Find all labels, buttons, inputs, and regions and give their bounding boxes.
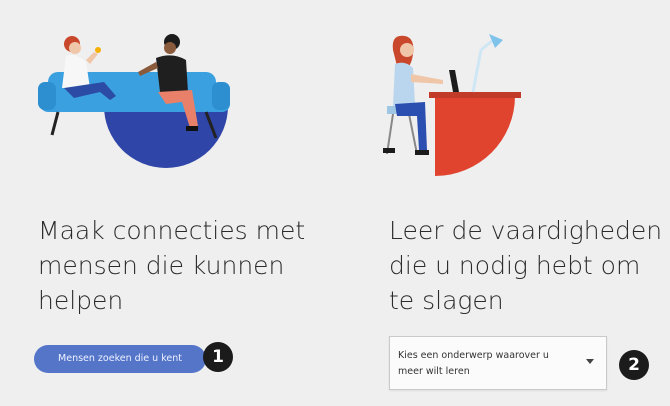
find-people-button[interactable]: Mensen zoeken die u kent (34, 345, 206, 373)
topic-select[interactable]: Kies een onderwerp waarover u meer wilt … (389, 336, 607, 390)
topic-select-value: Kies een onderwerp waarover u meer wilt … (398, 350, 549, 377)
learn-heading: Leer de vaardigheden die u nodig hebt om… (389, 216, 663, 315)
step-badge-1: 1 (203, 342, 233, 372)
people-on-sofa-illustration (38, 34, 230, 168)
step-badge-2: 2 (619, 350, 649, 380)
connect-heading: Maak connecties met mensen die kunnen he… (38, 216, 306, 315)
chevron-down-icon[interactable] (586, 359, 594, 364)
learn-card: Leer de vaardigheden die u nodig hebt om… (345, 0, 670, 406)
connect-card: Maak connecties met mensen die kunnen he… (0, 0, 345, 406)
woman-at-desk-illustration (383, 34, 521, 176)
